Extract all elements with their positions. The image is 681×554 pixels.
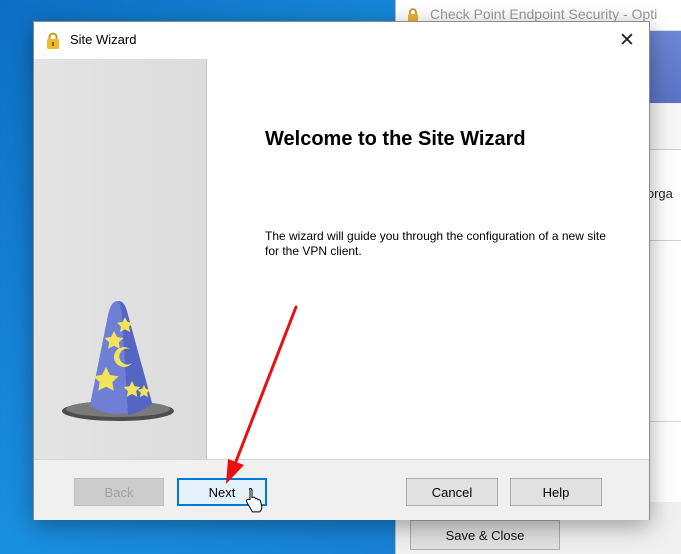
wizard-heading: Welcome to the Site Wizard <box>265 128 526 150</box>
background-window-title: Check Point Endpoint Security - Opti <box>430 6 658 22</box>
help-button[interactable]: Help <box>510 478 602 506</box>
cancel-button[interactable]: Cancel <box>406 478 498 506</box>
dialog-footer: Back Next Cancel Help <box>34 459 649 520</box>
wizard-side-panel <box>34 59 207 459</box>
dialog-title: Site Wizard <box>70 32 137 47</box>
close-button[interactable]: ✕ <box>605 22 649 58</box>
hand-pointer-icon <box>246 487 263 513</box>
wizard-hat-icon <box>62 301 174 421</box>
save-close-button[interactable]: Save & Close <box>410 520 560 550</box>
wizard-description: The wizard will guide you through the co… <box>265 229 606 258</box>
lock-icon <box>408 8 418 22</box>
dialog-titlebar[interactable]: Site Wizard ✕ <box>34 22 649 58</box>
site-wizard-dialog: Site Wizard ✕ Welcome to the Site Wizard… <box>33 21 650 520</box>
lock-icon <box>47 32 59 49</box>
back-button[interactable]: Back <box>74 478 164 506</box>
wizard-content: Welcome to the Site Wizard The wizard wi… <box>207 59 649 459</box>
